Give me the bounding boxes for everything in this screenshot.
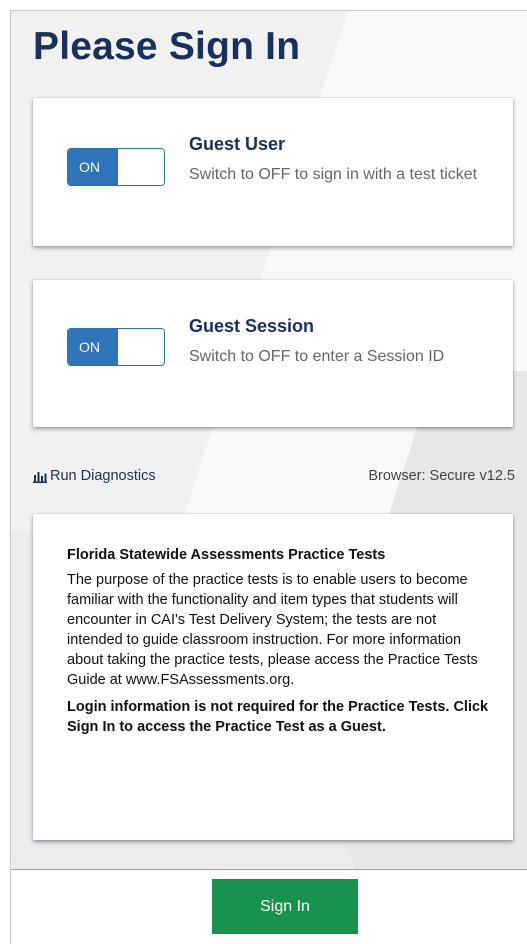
run-diagnostics-link[interactable]: Run Diagnostics [33,468,156,484]
sign-in-button[interactable]: Sign In [212,879,358,934]
guest-user-description: Switch to OFF to sign in with a test tic… [189,166,478,183]
toggle-on-label: ON [68,149,118,185]
status-row: Run Diagnostics Browser: Secure v12.5 [33,468,515,488]
sign-in-panel: Please Sign In ON Guest User Switch to O… [10,10,527,944]
toggle-knob [118,149,164,185]
info-title: Florida Statewide Assessments Practice T… [67,547,386,563]
practice-tests-info-card: Florida Statewide Assessments Practice T… [33,514,513,840]
guest-session-heading: Guest Session [189,316,315,336]
guest-session-card: ON Guest Session Switch to OFF to enter … [33,280,513,427]
guest-user-heading: Guest User [189,134,286,154]
bar-chart-icon [33,472,47,483]
guest-session-description: Switch to OFF to enter a Session ID [189,348,445,365]
footer-bar: Sign In [11,869,527,944]
page-title: Please Sign In [33,25,301,68]
guest-session-toggle[interactable]: ON [67,328,165,366]
guest-user-toggle[interactable]: ON [67,148,165,186]
browser-version: Browser: Secure v12.5 [368,468,515,484]
guest-user-card: ON Guest User Switch to OFF to sign in w… [33,98,513,246]
info-note: Login information is not required for th… [67,699,489,735]
toggle-knob [118,329,164,365]
run-diagnostics-label: Run Diagnostics [50,468,156,484]
toggle-on-label: ON [68,329,118,365]
info-body: The purpose of the practice tests is to … [67,572,478,688]
